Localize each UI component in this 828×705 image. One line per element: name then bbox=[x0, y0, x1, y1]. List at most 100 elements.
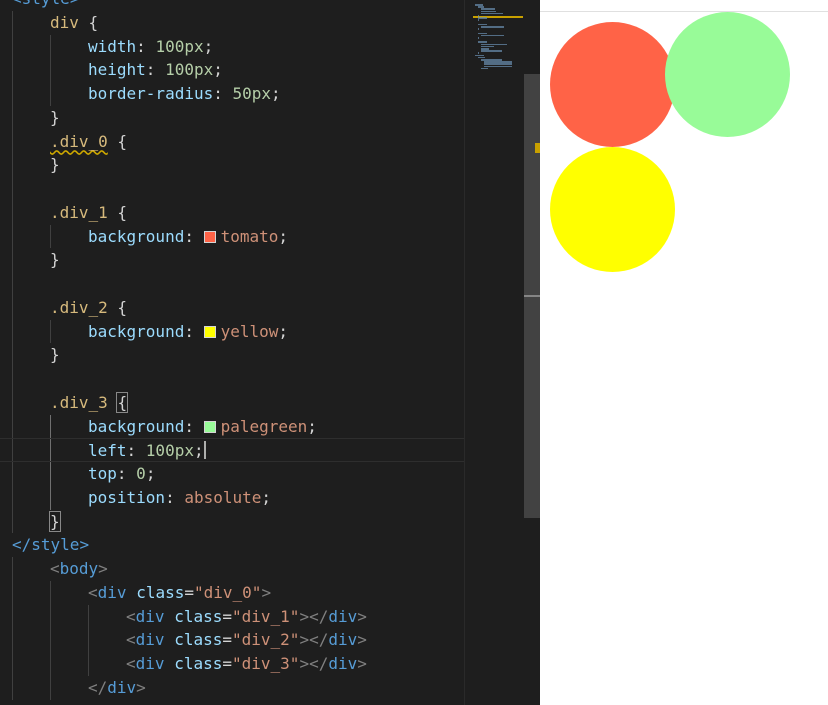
code-line-content: </style> bbox=[12, 533, 89, 557]
code-token: height bbox=[88, 60, 146, 80]
code-token: div bbox=[50, 12, 79, 32]
code-token: div bbox=[135, 630, 165, 650]
code-line[interactable] bbox=[0, 177, 464, 201]
code-token: class bbox=[174, 606, 223, 626]
code-line[interactable]: } bbox=[0, 509, 464, 534]
code-line[interactable]: left: 100px; bbox=[0, 438, 464, 462]
code-line[interactable]: } bbox=[0, 105, 464, 130]
code-token: ; bbox=[278, 226, 289, 246]
code-line[interactable]: background: yellow; bbox=[0, 319, 464, 344]
code-line[interactable]: <div class="div_2"></div> bbox=[0, 628, 464, 652]
code-line[interactable]: <style> bbox=[0, 0, 464, 11]
code-token: > bbox=[357, 654, 367, 673]
code-line-content: <div class="div_3"></div> bbox=[126, 652, 367, 676]
code-token: < bbox=[126, 654, 136, 673]
code-line-content: background: tomato; bbox=[88, 225, 288, 249]
code-line[interactable]: .div_3 { bbox=[0, 390, 464, 415]
code-token: < bbox=[126, 606, 136, 626]
code-token: .div_3 bbox=[50, 392, 108, 412]
code-line[interactable]: div { bbox=[0, 10, 464, 35]
circle-div-2 bbox=[550, 147, 675, 272]
code-line[interactable]: height: 100px; bbox=[0, 58, 464, 82]
code-line[interactable]: background: tomato; bbox=[0, 224, 464, 249]
color-swatch-icon[interactable] bbox=[203, 230, 216, 243]
code-token: : bbox=[116, 464, 137, 483]
minimap[interactable] bbox=[464, 0, 524, 705]
code-token: < bbox=[126, 630, 136, 650]
color-swatch-icon[interactable] bbox=[203, 420, 216, 433]
code-token: absolute bbox=[184, 487, 262, 507]
code-line[interactable]: <div class="div_3"></div> bbox=[0, 652, 464, 676]
code-line[interactable]: .div_0 { bbox=[0, 129, 464, 154]
code-line[interactable]: <div class="div_0"> bbox=[0, 580, 464, 605]
code-line-content: } bbox=[50, 248, 60, 272]
code-line[interactable]: width: 100px; bbox=[0, 34, 464, 59]
code-line[interactable]: </style> bbox=[0, 533, 464, 557]
code-token: > bbox=[357, 630, 367, 650]
scrollbar-cursor-marker bbox=[524, 295, 540, 297]
code-token: ></ bbox=[299, 630, 329, 650]
code-line-content: position: absolute; bbox=[88, 486, 271, 510]
code-line[interactable]: .div_2 { bbox=[0, 295, 464, 320]
indent-guide bbox=[12, 58, 13, 82]
code-token: class bbox=[174, 654, 223, 673]
code-line-content: background: palegreen; bbox=[88, 415, 317, 439]
code-line[interactable]: } bbox=[0, 343, 464, 367]
code-token: class bbox=[174, 630, 223, 650]
code-token: ; bbox=[278, 321, 289, 341]
color-swatch-icon[interactable] bbox=[203, 325, 216, 338]
indent-guide bbox=[12, 675, 13, 700]
code-line[interactable] bbox=[0, 272, 464, 296]
code-token: width bbox=[88, 36, 137, 56]
code-line-content: <body> bbox=[50, 557, 108, 581]
code-editor[interactable]: <style>div {width: 100px;height: 100px;b… bbox=[0, 0, 540, 705]
code-line[interactable]: background: palegreen; bbox=[0, 414, 464, 439]
code-line-content: width: 100px; bbox=[88, 35, 213, 59]
code-token: < bbox=[50, 559, 60, 578]
code-line[interactable]: border-radius: 50px; bbox=[0, 82, 464, 106]
indent-guide bbox=[50, 604, 51, 629]
code-token: ; bbox=[271, 84, 281, 103]
code-token: = bbox=[184, 582, 194, 602]
code-area[interactable]: <style>div {width: 100px;height: 100px;b… bbox=[0, 0, 464, 700]
code-token: border-radius bbox=[88, 84, 214, 103]
minimap-line bbox=[481, 67, 488, 70]
code-line[interactable]: top: 0; bbox=[0, 462, 464, 486]
indent-guide bbox=[12, 248, 13, 272]
code-token: 0 bbox=[136, 464, 146, 483]
code-token: } bbox=[50, 155, 60, 175]
indent-guide bbox=[88, 604, 89, 629]
code-line[interactable] bbox=[0, 367, 464, 391]
code-token: = bbox=[222, 606, 232, 626]
code-token: > bbox=[136, 677, 146, 697]
code-line-content: border-radius: 50px; bbox=[88, 82, 281, 106]
indent-guide bbox=[88, 652, 89, 676]
code-token: palegreen bbox=[220, 416, 308, 436]
code-line[interactable]: .div_1 { bbox=[0, 200, 464, 225]
code-line[interactable]: <body> bbox=[0, 557, 464, 581]
code-token: ; bbox=[213, 60, 223, 80]
code-token: .div_0 bbox=[50, 131, 108, 151]
code-line[interactable]: position: absolute; bbox=[0, 485, 464, 510]
indent-guide bbox=[12, 105, 13, 130]
code-line[interactable]: } bbox=[0, 153, 464, 177]
code-line[interactable]: <div class="div_1"></div> bbox=[0, 604, 464, 629]
code-token: ></ bbox=[299, 654, 329, 673]
code-token: left bbox=[88, 441, 127, 461]
circle-div-3 bbox=[665, 12, 790, 137]
code-line-content: <style> bbox=[12, 0, 79, 11]
minimap-line bbox=[484, 65, 512, 68]
code-line[interactable]: </div> bbox=[0, 675, 464, 700]
code-line-content: } bbox=[50, 106, 60, 130]
code-line-content: background: yellow; bbox=[88, 320, 288, 344]
code-token: { bbox=[78, 12, 99, 32]
code-token: : bbox=[213, 84, 233, 103]
indent-guide bbox=[50, 652, 51, 676]
code-line[interactable]: } bbox=[0, 248, 464, 272]
code-token: top bbox=[88, 464, 117, 483]
code-token: > bbox=[261, 582, 272, 602]
